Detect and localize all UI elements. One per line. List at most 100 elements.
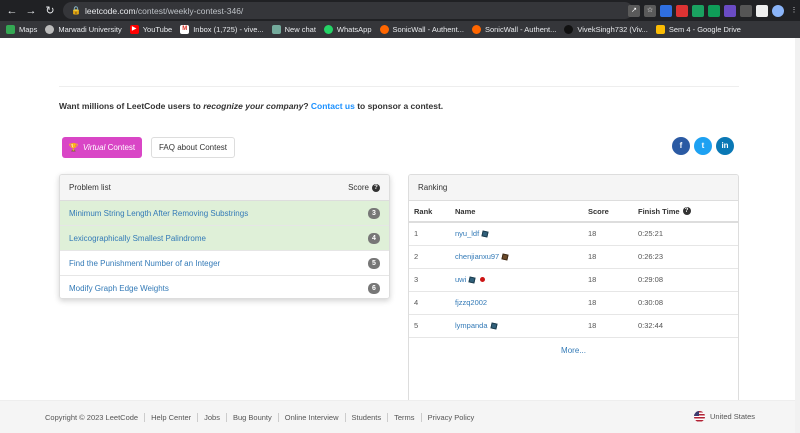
sidebar-icon[interactable] bbox=[756, 4, 768, 17]
gmail-icon: M bbox=[180, 25, 190, 34]
sponsor-mid: ? bbox=[303, 101, 311, 111]
score-cell: 18 bbox=[588, 245, 638, 269]
avatar[interactable] bbox=[772, 4, 784, 17]
bookmarks-bar: Maps Marwadi University ▶ YouTube M Inbox … bbox=[0, 21, 800, 38]
extension-icon[interactable] bbox=[708, 4, 720, 17]
bookmark-gmail[interactable]: M Inbox (1,725) - vive... bbox=[180, 25, 264, 34]
more-link[interactable]: More... bbox=[561, 346, 586, 355]
problem-list-header: Problem list Score? bbox=[60, 175, 389, 201]
copyright-text: Copyright © 2023 LeetCode bbox=[45, 413, 139, 422]
flag-icon bbox=[480, 277, 486, 282]
share-icon[interactable]: ↗ bbox=[628, 4, 640, 17]
problem-title[interactable]: Lexicographically Smallest Palindrome bbox=[69, 234, 206, 243]
question-icon[interactable]: ? bbox=[372, 183, 380, 192]
puzzle-icon[interactable] bbox=[740, 4, 752, 17]
bookmark-sonicwall-2[interactable]: SonicWall - Authent... bbox=[471, 25, 556, 34]
score-badge: 6 bbox=[368, 283, 380, 294]
address-bar[interactable]: 🔒 leetcode.com/contest/weekly-contest-34… bbox=[63, 2, 633, 19]
col-finish-time-label: Finish Time bbox=[638, 206, 680, 216]
language-selector[interactable]: United States bbox=[694, 411, 755, 422]
score-cell: 18 bbox=[588, 314, 638, 338]
facebook-icon[interactable]: f bbox=[672, 137, 690, 155]
score-cell: 18 bbox=[588, 222, 638, 246]
time-cell: 0:32:44 bbox=[638, 314, 738, 338]
bookmark-github[interactable]: VivekSingh732 (Viv... bbox=[564, 25, 648, 34]
footer-link-terms[interactable]: Terms bbox=[394, 413, 414, 422]
bookmark-whatsapp[interactable]: WhatsApp bbox=[323, 25, 372, 34]
problem-row[interactable]: Lexicographically Smallest Palindrome 4 bbox=[60, 226, 389, 251]
linkedin-icon[interactable]: in bbox=[716, 137, 734, 155]
url-text: leetcode.com/contest/weekly-contest-346/ bbox=[85, 5, 244, 16]
contact-us-link[interactable]: Contact us bbox=[311, 101, 355, 111]
whatsapp-icon bbox=[323, 25, 333, 34]
more-link-row: More... bbox=[409, 338, 738, 364]
problem-list-title: Problem list bbox=[69, 183, 111, 192]
star-icon[interactable]: ☆ bbox=[644, 4, 656, 17]
faq-button[interactable]: FAQ about Contest bbox=[151, 137, 235, 158]
language-icon bbox=[468, 276, 476, 284]
score-badge: 5 bbox=[368, 257, 380, 269]
problem-row[interactable]: Minimum String Length After Removing Sub… bbox=[60, 201, 389, 226]
user-link[interactable]: lympanda bbox=[455, 321, 488, 330]
user-link[interactable]: uwi bbox=[455, 275, 466, 284]
table-row: 4 fjzzq2002 18 0:30:08 bbox=[409, 291, 738, 315]
language-icon bbox=[501, 253, 509, 261]
page-content: Want millions of LeetCode users to recog… bbox=[0, 38, 800, 433]
twitter-icon[interactable]: t bbox=[694, 137, 712, 155]
score-badge: 3 bbox=[368, 207, 380, 219]
footer-link-jobs[interactable]: Jobs bbox=[204, 413, 220, 422]
scrollbar[interactable] bbox=[795, 38, 800, 433]
sponsor-italic: recognize your company bbox=[203, 101, 304, 111]
sonicwall-icon bbox=[471, 25, 481, 34]
lock-icon: 🔒 bbox=[71, 6, 81, 15]
score-cell: 18 bbox=[588, 291, 638, 315]
problem-title[interactable]: Modify Graph Edge Weights bbox=[69, 284, 169, 293]
bookmark-youtube[interactable]: ▶ YouTube bbox=[129, 25, 172, 34]
divider bbox=[225, 413, 227, 422]
score-badge: 4 bbox=[368, 232, 380, 244]
footer-link-help-center[interactable]: Help Center bbox=[151, 413, 191, 422]
bookmark-sonicwall-1[interactable]: SonicWall - Authent... bbox=[379, 25, 464, 34]
table-row: 5 lympanda 18 0:32:44 bbox=[409, 314, 738, 338]
youtube-icon: ▶ bbox=[129, 25, 139, 34]
drive-icon bbox=[655, 25, 665, 34]
divider bbox=[144, 413, 146, 422]
time-cell: 0:30:08 bbox=[638, 291, 738, 315]
extension-icon[interactable] bbox=[660, 4, 672, 17]
problem-title[interactable]: Minimum String Length After Removing Sub… bbox=[69, 209, 248, 218]
language-icon bbox=[481, 230, 489, 238]
table-row: 2 chenjianxu97 18 0:26:23 bbox=[409, 245, 738, 269]
extension-icon[interactable] bbox=[692, 4, 704, 17]
menu-icon[interactable]: ⋮ bbox=[788, 5, 800, 17]
time-cell: 0:26:23 bbox=[638, 245, 738, 269]
user-link[interactable]: nyu_ldf bbox=[455, 229, 479, 238]
bookmark-newchat[interactable]: New chat bbox=[271, 25, 316, 34]
footer: Copyright © 2023 LeetCode Help Center Jo… bbox=[0, 400, 800, 433]
bookmark-drive[interactable]: Sem 4 - Google Drive bbox=[655, 25, 741, 34]
rank-cell: 2 bbox=[409, 245, 455, 269]
footer-link-bug-bounty[interactable]: Bug Bounty bbox=[233, 413, 272, 422]
footer-link-students[interactable]: Students bbox=[352, 413, 382, 422]
question-icon[interactable]: ? bbox=[682, 207, 691, 215]
extension-tray: ↗ ☆ ⋮ bbox=[628, 2, 800, 19]
virtual-label: Virtual bbox=[82, 143, 106, 152]
name-cell: nyu_ldf bbox=[455, 222, 588, 246]
col-name: Name bbox=[455, 201, 588, 223]
problem-row[interactable]: Find the Punishment Number of an Integer… bbox=[60, 251, 389, 276]
user-link[interactable]: fjzzq2002 bbox=[455, 298, 487, 307]
bookmark-marwadi[interactable]: Marwadi University bbox=[45, 25, 122, 34]
extension-icon[interactable] bbox=[724, 4, 736, 17]
back-icon[interactable]: ← bbox=[5, 4, 19, 18]
problem-row[interactable]: Modify Graph Edge Weights 6 bbox=[60, 276, 389, 298]
language-label: United States bbox=[710, 412, 756, 421]
ranking-panel: Ranking Rank Name Score Finish Time? 1 n… bbox=[408, 174, 739, 403]
footer-link-privacy-policy[interactable]: Privacy Policy bbox=[428, 413, 475, 422]
forward-icon[interactable]: → bbox=[24, 4, 38, 18]
user-link[interactable]: chenjianxu97 bbox=[455, 252, 499, 261]
footer-link-online-interview[interactable]: Online Interview bbox=[285, 413, 339, 422]
reload-icon[interactable]: ↻ bbox=[43, 4, 57, 18]
bookmark-maps[interactable]: Maps bbox=[6, 25, 37, 34]
extension-icon[interactable] bbox=[676, 4, 688, 17]
virtual-contest-button[interactable]: 🏆 Virtual Contest bbox=[62, 137, 142, 158]
problem-title[interactable]: Find the Punishment Number of an Integer bbox=[69, 259, 220, 268]
